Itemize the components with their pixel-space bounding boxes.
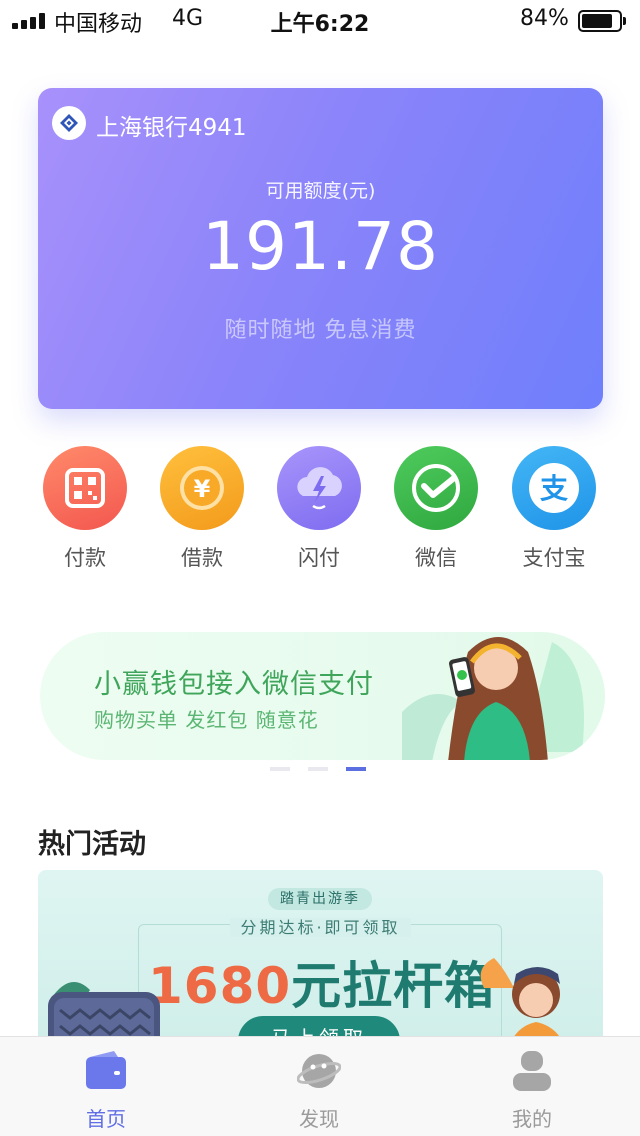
page-dot[interactable] bbox=[308, 767, 328, 771]
available-limit-amount: 191.78 bbox=[202, 208, 439, 285]
credit-card-panel[interactable]: 上海银行4941 可用额度(元) 191.78 随时随地 免息消费 bbox=[38, 88, 603, 409]
page-dot[interactable] bbox=[270, 767, 290, 771]
quickpass-label: 闪付 bbox=[298, 546, 340, 570]
alipay-icon: 支 bbox=[512, 446, 596, 530]
wechat-check-icon bbox=[394, 446, 478, 530]
promo-badge: 踏青出游季 bbox=[268, 888, 372, 910]
tab-mine-label: 我的 bbox=[512, 1107, 552, 1131]
tab-discover[interactable]: 发现 bbox=[259, 1049, 379, 1132]
promo-subtitle: 分期达标·即可领取 bbox=[230, 918, 411, 937]
banner-subtitle: 购物买单 发红包 随意花 bbox=[94, 708, 319, 732]
quickpass-button[interactable]: 闪付 bbox=[264, 446, 374, 572]
bank-logo-icon bbox=[52, 106, 86, 140]
promo-subtitle-wrap: 分期达标·即可领取 bbox=[38, 914, 603, 938]
tab-home[interactable]: 首页 bbox=[46, 1049, 166, 1132]
tab-mine[interactable]: 我的 bbox=[472, 1049, 592, 1132]
user-icon bbox=[510, 1049, 554, 1093]
banner-title: 小赢钱包接入微信支付 bbox=[94, 669, 374, 700]
page-dot-active[interactable] bbox=[346, 767, 366, 771]
girl-with-phone-illustration bbox=[402, 637, 584, 760]
tab-discover-label: 发现 bbox=[299, 1107, 339, 1131]
battery-icon bbox=[578, 10, 626, 32]
cloud-lightning-icon bbox=[277, 446, 361, 530]
bank-name: 上海银行4941 bbox=[96, 115, 247, 141]
qr-code-icon bbox=[43, 446, 127, 530]
hot-activities-title: 热门活动 bbox=[38, 829, 146, 860]
wechat-pay-banner[interactable]: 小赢钱包接入微信支付 购物买单 发红包 随意花 bbox=[40, 632, 605, 760]
promo-headline: 1680元拉杆箱 bbox=[148, 946, 495, 1018]
pay-label: 付款 bbox=[64, 546, 106, 570]
planet-icon bbox=[296, 1049, 342, 1093]
alipay-label: 支付宝 bbox=[522, 546, 586, 570]
card-slogan: 随时随地 免息消费 bbox=[224, 318, 417, 343]
borrow-label: 借款 bbox=[181, 546, 223, 570]
battery-percent: 84% bbox=[520, 6, 569, 31]
quick-actions: 付款 ¥ 借款 闪付 微信 支 支付宝 bbox=[0, 446, 640, 586]
tab-home-label: 首页 bbox=[86, 1107, 126, 1131]
wallet-icon bbox=[84, 1049, 128, 1093]
banner-pagination bbox=[270, 767, 366, 771]
promo-banner[interactable]: 踏青出游季 分期达标·即可领取 1680元拉杆箱 马上领取 bbox=[38, 870, 603, 1060]
svg-text:支: 支 bbox=[540, 472, 568, 505]
yen-coin-icon: ¥ bbox=[160, 446, 244, 530]
alipay-button[interactable]: 支 支付宝 bbox=[499, 446, 609, 572]
wechat-button[interactable]: 微信 bbox=[381, 446, 491, 572]
borrow-button[interactable]: ¥ 借款 bbox=[147, 446, 257, 572]
wechat-label: 微信 bbox=[415, 546, 457, 570]
pay-button[interactable]: 付款 bbox=[30, 446, 140, 572]
bottom-tab-bar: 首页 发现 我的 bbox=[0, 1036, 640, 1136]
available-limit-label: 可用额度(元) bbox=[265, 180, 376, 202]
status-bar: 中国移动 4G 上午6:22 84% bbox=[0, 0, 640, 40]
svg-text:¥: ¥ bbox=[194, 475, 211, 503]
